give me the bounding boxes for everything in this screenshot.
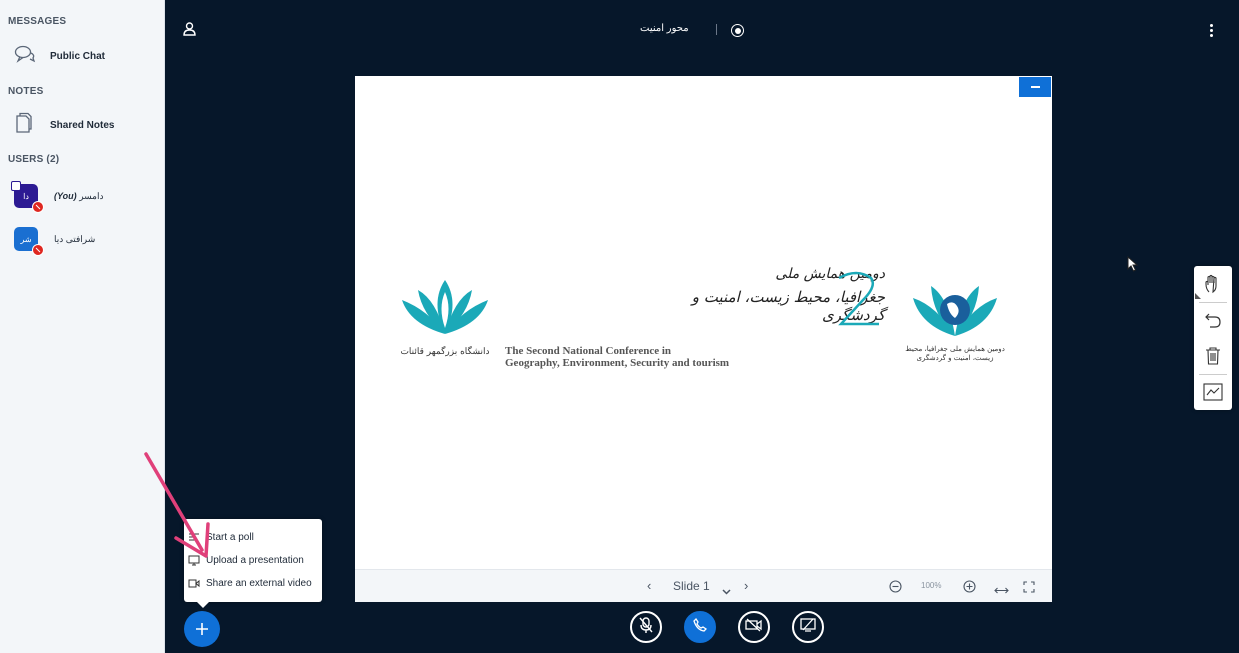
mute-mic-button[interactable] [630,611,662,643]
conference-title-en-line1: The Second National Conference in [505,345,672,357]
user-name: (You) دامسر [54,191,104,202]
conference-title-en-line2: Geography, Environment, Security and tou… [505,357,730,369]
share-screen-button[interactable] [792,611,824,643]
divider [716,24,717,35]
user-name-text: دامسر [79,190,104,201]
avatar-initials: دا [23,191,29,201]
annotation-arrow [144,452,210,558]
notes-icon [14,112,32,139]
user-list-toggle-icon[interactable] [183,22,196,41]
presentation-slide: دانشگاه بزرگمهر قائنات دومین همایش ملی ج… [355,76,1052,569]
zoom-out-icon[interactable] [889,580,902,598]
muted-mic-icon [32,244,44,256]
meeting-title: محور امنیت [640,23,689,34]
tools-divider [1199,302,1227,303]
previous-slide-icon[interactable]: ‹ [647,578,651,593]
messages-section-title: MESSAGES [8,16,67,27]
share-webcam-button[interactable] [738,611,770,643]
zoom-in-icon[interactable] [963,580,976,598]
camera-off-icon [745,618,763,637]
user-name: شرافتی دیا [54,234,95,245]
muted-mic-icon [638,616,654,639]
undo-annotation-tool[interactable] [1199,306,1227,334]
university-logo-text: دانشگاه بزرگمهر قائنات [400,347,490,357]
whiteboard-toolbar [1194,266,1232,410]
notes-section-title: NOTES [8,86,44,97]
tool-expand-indicator [1195,293,1201,299]
presenter-badge-icon [11,181,21,191]
avatar: شر [14,227,44,256]
mouse-cursor-icon [1127,255,1139,277]
conference-logo: دومین همایش ملی جغرافیا، محیط زیست، امنی… [905,272,1005,363]
fit-to-width-icon[interactable] [994,582,1009,600]
number-2-logo [838,271,879,326]
phone-icon [693,617,708,637]
clear-annotations-tool[interactable] [1199,342,1227,370]
presentation-toolbar: ‹ Slide 1 › 100% [355,569,1052,602]
zoom-level: 100% [921,581,942,590]
users-section-title: USERS (2) [8,154,60,165]
chat-icon [14,45,36,68]
share-external-video-item[interactable]: Share an external video [188,573,312,593]
pan-hand-tool[interactable] [1199,270,1227,298]
conference-title-en: The Second National Conference in Geogra… [505,345,729,369]
multi-user-whiteboard-tool[interactable] [1199,378,1227,406]
user-list-item[interactable]: دا (You) دامسر [11,181,159,213]
university-logo: دانشگاه بزرگمهر قائنات [400,272,490,357]
fullscreen-icon[interactable] [1023,580,1035,598]
share-external-video-label: Share an external video [206,577,312,589]
upload-presentation-label: Upload a presentation [206,554,304,566]
actions-plus-button[interactable] [184,611,220,647]
slide-selector[interactable]: Slide 1 [673,579,710,593]
you-suffix: (You) [54,190,77,201]
chevron-down-icon[interactable] [722,582,731,600]
avatar: دا [11,181,44,213]
muted-mic-icon [32,201,44,213]
user-name-text: شرافتی دیا [54,233,96,244]
conference-logo-text: دومین همایش ملی جغرافیا، محیط زیست، امنی… [905,345,1005,362]
leave-audio-button[interactable] [684,611,716,643]
minimize-presentation-button[interactable] [1019,77,1051,97]
tools-divider [1199,374,1227,375]
options-menu-icon[interactable] [1210,24,1214,39]
public-chat-label: Public Chat [50,50,106,62]
shared-notes-label: Shared Notes [50,119,115,131]
screenshare-off-icon [800,617,816,637]
record-icon[interactable] [731,24,744,37]
avatar-initials: شر [20,234,32,244]
video-icon [188,579,201,588]
public-chat-item[interactable]: Public Chat [14,43,154,69]
next-slide-icon[interactable]: › [744,578,748,593]
shared-notes-item[interactable]: Shared Notes [14,112,154,138]
user-list-item[interactable]: شر شرافتی دیا [14,224,159,256]
